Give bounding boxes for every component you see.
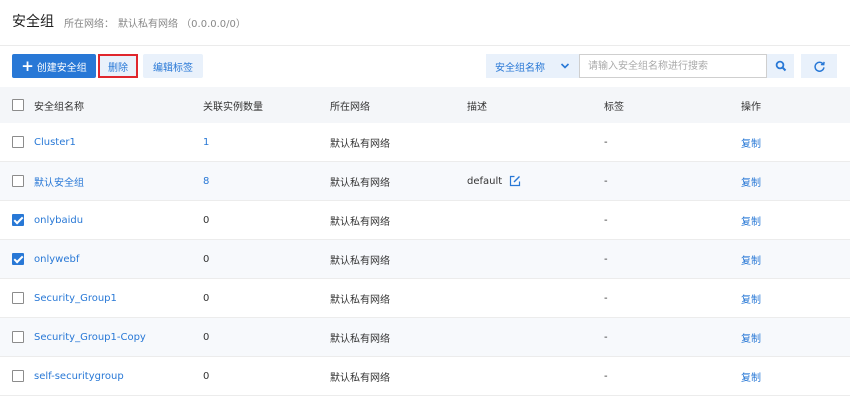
select-all-checkbox[interactable] [12, 99, 24, 111]
edit-tags-button[interactable]: 编辑标签 [143, 54, 203, 78]
column-header-network: 所在网络 [330, 101, 370, 113]
tags-cell: - [604, 370, 608, 382]
refresh-button[interactable] [801, 54, 837, 78]
row-checkbox[interactable] [12, 370, 24, 382]
table-header-row: 安全组名称 关联实例数量 所在网络 描述 标签 操作 [0, 87, 850, 123]
instance-count-cell: 0 [203, 214, 210, 226]
instance-count-link[interactable]: 8 [203, 162, 209, 200]
security-group-name-link[interactable]: Cluster1 [34, 123, 76, 161]
table-row: self-securitygroup 0 默认私有网络 - 复制 [0, 357, 850, 396]
network-cell: 默认私有网络 [330, 333, 390, 345]
tags-cell: - [604, 331, 608, 343]
row-checkbox[interactable] [12, 292, 24, 304]
copy-action-link[interactable]: 复制 [741, 162, 761, 200]
network-cell: 默认私有网络 [330, 372, 390, 384]
table-row: Security_Group1 0 默认私有网络 - 复制 [0, 279, 850, 318]
table-row: 默认安全组 8 默认私有网络 default - 复制 [0, 162, 850, 201]
column-header-name: 安全组名称 [34, 101, 84, 113]
column-header-instance-count: 关联实例数量 [203, 101, 263, 113]
table-row: Security_Group1-Copy 0 默认私有网络 - 复制 [0, 318, 850, 357]
edit-icon[interactable] [509, 175, 521, 187]
copy-action-link[interactable]: 复制 [741, 279, 761, 317]
instance-count-cell: 0 [203, 331, 210, 343]
page-header: 安全组 所在网络： 默认私有网络 （0.0.0.0/0） [0, 0, 850, 46]
instance-count-cell: 0 [203, 370, 210, 382]
refresh-icon [813, 61, 825, 72]
create-button-label: 创建安全组 [36, 62, 87, 74]
page-title: 安全组 [12, 14, 54, 30]
search-input[interactable] [579, 54, 767, 78]
table-row: onlywebf 0 默认私有网络 - 复制 [0, 240, 850, 279]
security-group-name-link[interactable]: onlybaidu [34, 201, 83, 239]
copy-action-link[interactable]: 复制 [741, 240, 761, 278]
row-checkbox[interactable] [12, 175, 24, 187]
search-field-select[interactable]: 安全组名称 [486, 54, 579, 78]
table-row: onlybaidu 0 默认私有网络 - 复制 [0, 201, 850, 240]
network-cell: 默认私有网络 [330, 255, 390, 267]
table-row: Cluster1 1 默认私有网络 - 复制 [0, 123, 850, 162]
instance-count-cell: 0 [203, 253, 210, 265]
copy-action-link[interactable]: 复制 [741, 123, 761, 161]
security-group-name-link[interactable]: Security_Group1 [34, 279, 117, 317]
chevron-down-icon [560, 63, 570, 69]
network-label: 所在网络： [64, 19, 114, 30]
column-header-actions: 操作 [741, 101, 761, 113]
tags-cell: - [604, 253, 608, 265]
search-field-selected: 安全组名称 [495, 62, 545, 74]
copy-action-link[interactable]: 复制 [741, 318, 761, 356]
tags-cell: - [604, 136, 608, 148]
copy-action-link[interactable]: 复制 [741, 201, 761, 239]
tags-cell: - [604, 175, 608, 187]
security-group-name-link[interactable]: Security_Group1-Copy [34, 318, 146, 356]
column-header-description: 描述 [467, 101, 487, 113]
description-cell: default [467, 162, 521, 200]
network-cell: 默认私有网络 [330, 294, 390, 306]
create-security-group-button[interactable]: + 创建安全组 [12, 54, 96, 78]
row-checkbox[interactable] [12, 136, 24, 148]
network-cell: 默认私有网络 [330, 177, 390, 189]
instance-count-cell: 0 [203, 292, 210, 304]
network-value: 默认私有网络 （0.0.0.0/0） [118, 19, 246, 30]
row-checkbox[interactable] [12, 253, 24, 265]
tags-cell: - [604, 292, 608, 304]
instance-count-link[interactable]: 1 [203, 123, 209, 161]
column-header-tags: 标签 [604, 101, 624, 113]
tags-cell: - [604, 214, 608, 226]
network-cell: 默认私有网络 [330, 138, 390, 150]
copy-action-link[interactable]: 复制 [741, 357, 761, 395]
description-text: default [467, 175, 503, 187]
security-group-table: 安全组名称 关联实例数量 所在网络 描述 标签 操作 Cluster1 1 默认… [0, 87, 850, 396]
row-checkbox[interactable] [12, 214, 24, 226]
delete-button[interactable]: 删除 [98, 54, 138, 78]
security-group-name-link[interactable]: 默认安全组 [34, 162, 84, 200]
security-group-name-link[interactable]: onlywebf [34, 240, 79, 278]
row-checkbox[interactable] [12, 331, 24, 343]
search-button[interactable] [767, 54, 794, 78]
security-group-name-link[interactable]: self-securitygroup [34, 357, 124, 395]
network-cell: 默认私有网络 [330, 216, 390, 228]
plus-icon: + [21, 56, 34, 75]
search-icon [775, 60, 786, 72]
